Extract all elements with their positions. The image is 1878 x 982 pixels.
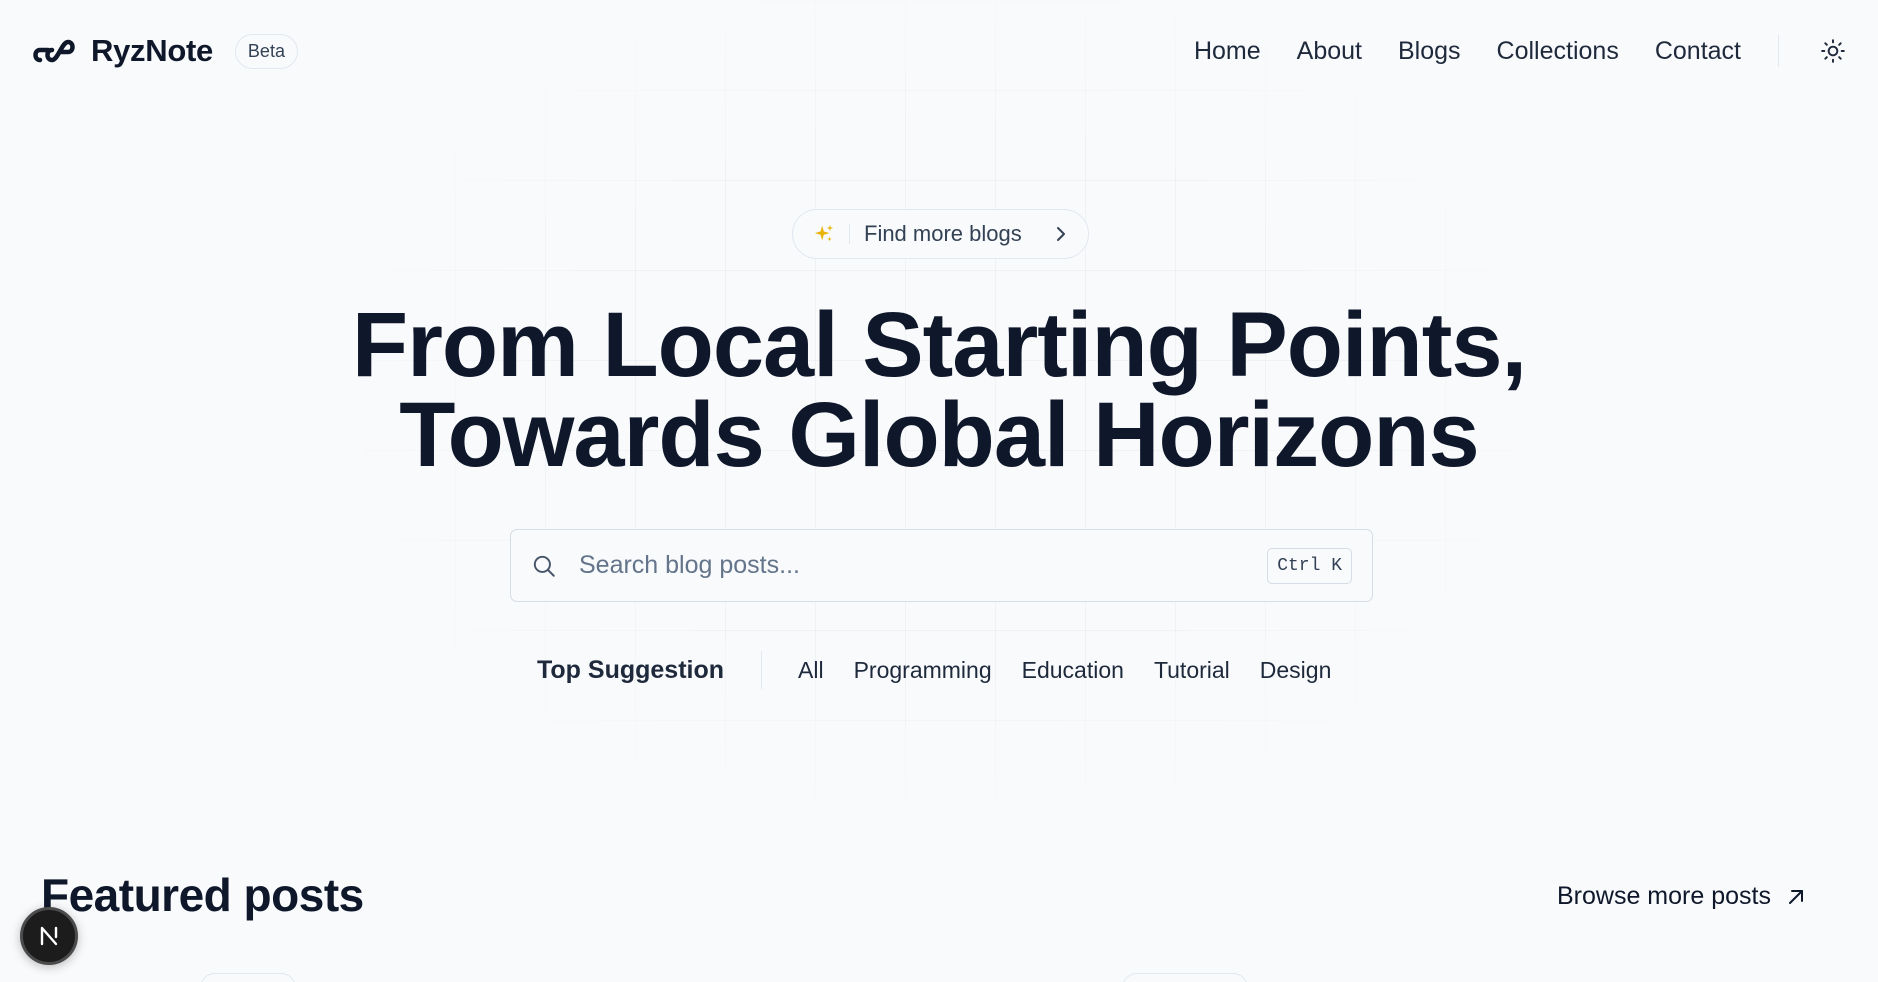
brand-name: RyzNote [91,33,213,68]
featured-posts-heading: Featured posts [41,869,364,921]
browse-more-posts-link[interactable]: Browse more posts [1557,882,1807,911]
browse-more-posts-label: Browse more posts [1557,882,1771,910]
arrow-up-right-icon [1788,889,1803,904]
nav-blogs[interactable]: Blogs [1398,37,1461,66]
headline-line-1: From Local Starting Points, [351,294,1527,396]
theme-toggle-button[interactable] [1819,37,1847,65]
suggestion-tag-design[interactable]: Design [1260,657,1332,684]
find-more-blogs-button[interactable]: Find more blogs [792,209,1089,259]
infinity-link-icon [33,39,75,63]
pill-divider [849,224,850,244]
search-box[interactable]: Ctrl K [510,529,1373,602]
nav-divider [1778,35,1779,67]
top-suggestion-title: Top Suggestion [537,655,725,684]
search-icon [533,555,555,577]
main-nav: Home About Blogs Collections Contact [1158,35,1847,67]
sun-icon [1821,39,1845,63]
suggestion-tag-tutorial[interactable]: Tutorial [1154,657,1230,684]
suggestion-tag-programming[interactable]: Programming [854,657,992,684]
nav-about[interactable]: About [1297,37,1362,66]
suggestion-tag-education[interactable]: Education [1022,657,1124,684]
top-suggestion-bar: Top Suggestion All Programming Education… [537,650,1361,690]
find-more-blogs-label: Find more blogs [864,221,1022,246]
nextjs-n-icon [40,926,58,946]
nav-contact[interactable]: Contact [1655,37,1741,66]
search-input[interactable] [579,551,1268,580]
suggestion-tag-all[interactable]: All [798,657,824,684]
sparkles-icon [814,224,834,242]
featured-card-tag-left [200,973,296,982]
nav-home[interactable]: Home [1194,37,1261,66]
nav-collections[interactable]: Collections [1497,37,1619,66]
chevron-right-icon [1057,227,1065,241]
search-shortcut-kbd: Ctrl K [1267,547,1352,584]
hero-headline: From Local Starting Points, Towards Glob… [0,294,1878,486]
beta-badge: Beta [234,33,298,69]
featured-card-tag-right [1122,973,1248,982]
site-header: RyzNote Beta Home About Blogs Collection… [0,0,1878,102]
brand-logo[interactable]: RyzNote Beta [31,33,298,69]
nextjs-dev-badge[interactable] [20,907,78,965]
headline-line-2: Towards Global Horizons [399,384,1479,486]
suggestion-divider [761,651,763,689]
